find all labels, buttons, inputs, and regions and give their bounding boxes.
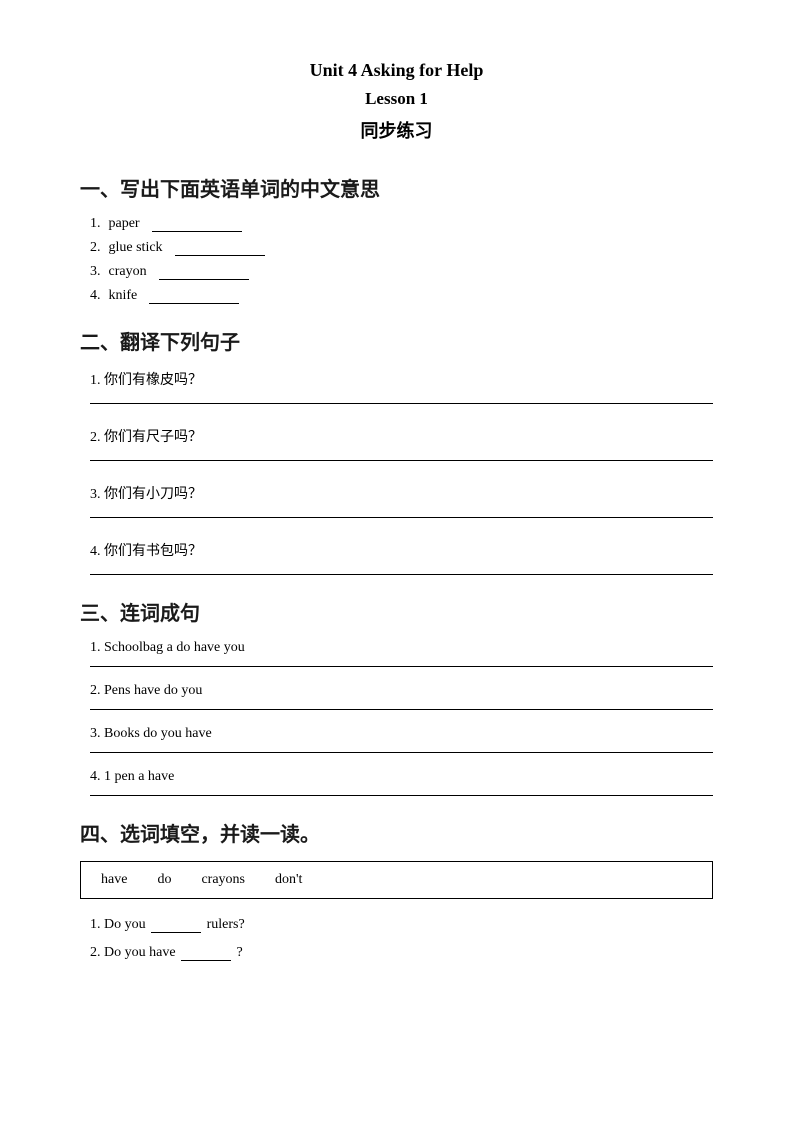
item-text: 你们有橡皮吗？ <box>104 373 202 388</box>
word-order-list: 1. Schoolbag a do have you 2. Pens have … <box>80 640 713 796</box>
list-item: 2. glue stick <box>90 240 713 256</box>
list-item: 3. crayon <box>90 264 713 280</box>
item-num: 2. <box>90 430 104 445</box>
item-word: glue stick <box>109 240 163 256</box>
answer-line <box>90 517 713 518</box>
list-item: 4. 你们有书包吗？ <box>90 540 713 575</box>
fill-list: 1. Do you rulers? 2. Do you have ? <box>80 917 713 961</box>
item-num: 4. <box>90 544 104 559</box>
question-text: 3. Books do you have <box>90 726 713 742</box>
chinese-title: 同步练习 <box>80 117 713 143</box>
answer-line <box>90 752 713 753</box>
list-item: 2. Do you have ? <box>90 945 713 961</box>
question-text: 1. Schoolbag a do have you <box>90 640 713 656</box>
item-word: knife <box>109 288 138 304</box>
item-prefix: Do you <box>104 917 146 932</box>
list-item: 1. paper <box>90 216 713 232</box>
list-item: 1. Do you rulers? <box>90 917 713 933</box>
item-text: 你们有书包吗？ <box>104 544 202 559</box>
section-2: 二、翻译下列句子 1. 你们有橡皮吗？ 2. 你们有尺子吗？ 3. 你们有小刀吗… <box>80 326 713 575</box>
word-bank: have do crayons don't <box>80 861 713 899</box>
item-num: 1. <box>90 640 104 655</box>
question-text: 2. Pens have do you <box>90 683 713 699</box>
vocab-list: 1. paper 2. glue stick 3. crayon 4. knif… <box>80 216 713 304</box>
item-word: paper <box>109 216 140 232</box>
question-text: 1. 你们有橡皮吗？ <box>90 369 713 389</box>
item-words: Pens have do you <box>104 683 202 698</box>
item-num: 2. <box>90 240 101 256</box>
fill-blank <box>151 932 201 933</box>
item-suffix: ? <box>237 945 243 960</box>
item-num: 2. <box>90 683 104 698</box>
item-words: Books do you have <box>104 726 212 741</box>
answer-line <box>90 666 713 667</box>
answer-line <box>90 403 713 404</box>
section-4-heading: 四、选词填空，并读一读。 <box>80 818 713 847</box>
question-text: 4. 1 pen a have <box>90 769 713 785</box>
page-header: Unit 4 Asking for Help Lesson 1 同步练习 <box>80 60 713 143</box>
item-text: 你们有小刀吗？ <box>104 487 202 502</box>
section-2-heading: 二、翻译下列句子 <box>80 326 713 355</box>
answer-blank <box>149 303 239 304</box>
section-1: 一、写出下面英语单词的中文意思 1. paper 2. glue stick 3… <box>80 173 713 304</box>
section-3: 三、连词成句 1. Schoolbag a do have you 2. Pen… <box>80 597 713 796</box>
item-num: 4. <box>90 288 101 304</box>
section-4: 四、选词填空，并读一读。 have do crayons don't 1. Do… <box>80 818 713 961</box>
item-word: crayon <box>109 264 147 280</box>
list-item: 2. 你们有尺子吗？ <box>90 426 713 461</box>
item-text: 你们有尺子吗？ <box>104 430 202 445</box>
section-1-heading: 一、写出下面英语单词的中文意思 <box>80 173 713 202</box>
question-text: 3. 你们有小刀吗？ <box>90 483 713 503</box>
list-item: 3. Books do you have <box>90 726 713 753</box>
option-4: don't <box>275 872 302 888</box>
item-words: Schoolbag a do have you <box>104 640 245 655</box>
item-prefix: Do you have <box>104 945 176 960</box>
item-num: 3. <box>90 487 104 502</box>
item-num: 2. <box>90 945 104 960</box>
translation-list: 1. 你们有橡皮吗？ 2. 你们有尺子吗？ 3. 你们有小刀吗？ 4. 你们有书… <box>80 369 713 575</box>
list-item: 4. knife <box>90 288 713 304</box>
answer-line <box>90 795 713 796</box>
list-item: 1. Schoolbag a do have you <box>90 640 713 667</box>
answer-line <box>90 709 713 710</box>
item-num: 4. <box>90 769 104 784</box>
option-1: have <box>101 872 127 888</box>
item-num: 1. <box>90 216 101 232</box>
option-2: do <box>157 872 171 888</box>
word-options: have do crayons don't <box>101 872 692 888</box>
item-num: 3. <box>90 264 101 280</box>
answer-blank <box>159 279 249 280</box>
question-text: 4. 你们有书包吗？ <box>90 540 713 560</box>
item-words: 1 pen a have <box>104 769 174 784</box>
item-num: 1. <box>90 373 104 388</box>
list-item: 4. 1 pen a have <box>90 769 713 796</box>
answer-line <box>90 460 713 461</box>
item-suffix: rulers? <box>207 917 245 932</box>
answer-line <box>90 574 713 575</box>
question-text: 2. 你们有尺子吗？ <box>90 426 713 446</box>
list-item: 2. Pens have do you <box>90 683 713 710</box>
item-num: 3. <box>90 726 104 741</box>
answer-blank <box>152 231 242 232</box>
fill-blank <box>181 960 231 961</box>
item-num: 1. <box>90 917 104 932</box>
option-3: crayons <box>201 872 245 888</box>
lesson-title: Lesson 1 <box>80 89 713 109</box>
list-item: 1. 你们有橡皮吗？ <box>90 369 713 404</box>
list-item: 3. 你们有小刀吗？ <box>90 483 713 518</box>
section-3-heading: 三、连词成句 <box>80 597 713 626</box>
answer-blank <box>175 255 265 256</box>
unit-title: Unit 4 Asking for Help <box>80 60 713 81</box>
